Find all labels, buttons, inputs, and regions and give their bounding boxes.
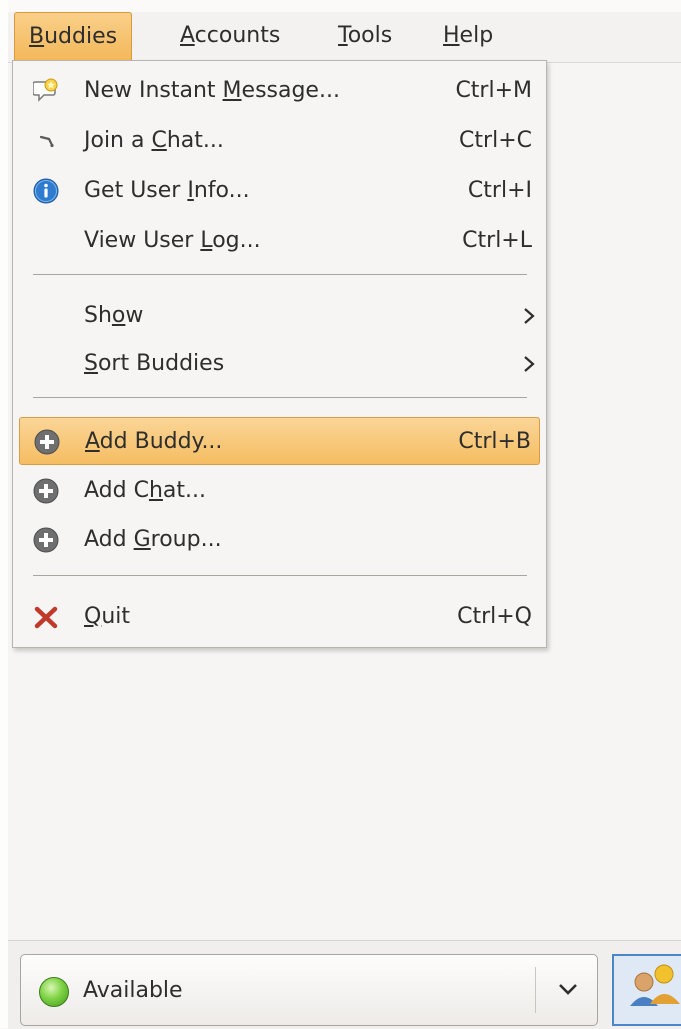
add-icon <box>33 478 59 504</box>
combo-divider <box>535 967 536 1013</box>
menu-item-label: Join a Chat... <box>84 128 224 153</box>
add-icon <box>33 527 59 553</box>
menu-item-label: Add Buddy... <box>85 429 223 454</box>
menu-item-label: Sort Buddies <box>84 351 225 376</box>
info-icon <box>33 178 59 204</box>
window-top-edge <box>0 0 681 12</box>
shortcut-label: Ctrl+Q <box>457 604 532 629</box>
menubar: Buddies Accounts Tools Help <box>8 12 681 63</box>
menu-item-view-user-log[interactable]: View User Log... Ctrl+L <box>19 217 540 265</box>
status-selector[interactable]: Available <box>20 954 598 1026</box>
menu-item-label: View User Log... <box>84 228 261 253</box>
menu-item-label: Add Chat... <box>84 478 206 503</box>
menu-item-get-user-info[interactable]: Get User Info... Ctrl+I <box>19 167 540 215</box>
buddies-dropdown-menu: New Instant Message... Ctrl+M Join a Cha… <box>12 60 547 648</box>
menu-separator <box>33 575 527 576</box>
shortcut-label: Ctrl+L <box>462 228 532 253</box>
menu-tools[interactable]: Tools <box>324 12 406 60</box>
buddy-icon <box>614 956 681 1024</box>
chevron-right-icon <box>524 356 535 372</box>
new-message-icon <box>33 78 58 102</box>
menu-item-add-chat[interactable]: Add Chat... <box>19 467 540 515</box>
buddy-icon-button[interactable] <box>612 954 681 1026</box>
chevron-down-icon[interactable] <box>557 981 579 997</box>
status-bar: Available <box>8 940 681 1029</box>
menu-item-show[interactable]: Show <box>19 292 540 340</box>
quit-icon <box>34 606 58 629</box>
status-label: Available <box>83 978 183 1003</box>
menu-item-label: Quit <box>84 604 131 629</box>
menu-item-label: Get User Info... <box>84 178 250 203</box>
menu-separator <box>33 397 527 398</box>
join-chat-icon <box>39 135 54 148</box>
menu-item-join-chat[interactable]: Join a Chat... Ctrl+C <box>19 117 540 165</box>
available-icon <box>39 977 69 1007</box>
menu-accounts[interactable]: Accounts <box>166 12 294 60</box>
menu-help[interactable]: Help <box>429 12 507 60</box>
shortcut-label: Ctrl+B <box>458 429 531 454</box>
shortcut-label: Ctrl+I <box>467 178 532 203</box>
menu-item-quit[interactable]: Quit Ctrl+Q <box>19 593 540 641</box>
menu-separator <box>33 274 527 275</box>
menu-item-new-instant-message[interactable]: New Instant Message... Ctrl+M <box>19 67 540 115</box>
menu-item-label: Add Group... <box>84 527 222 552</box>
menu-buddies[interactable]: Buddies <box>14 12 133 60</box>
menu-item-label: Show <box>84 303 144 328</box>
shortcut-label: Ctrl+C <box>459 128 532 153</box>
menu-item-add-group[interactable]: Add Group... <box>19 516 540 564</box>
menu-item-add-buddy[interactable]: Add Buddy... Ctrl+B <box>19 417 540 465</box>
add-icon <box>34 429 60 455</box>
chevron-right-icon <box>524 308 535 324</box>
menu-item-label: New Instant Message... <box>84 78 340 103</box>
window-left-edge <box>0 0 8 1028</box>
shortcut-label: Ctrl+M <box>455 78 532 103</box>
menu-item-sort-buddies[interactable]: Sort Buddies <box>19 340 540 388</box>
